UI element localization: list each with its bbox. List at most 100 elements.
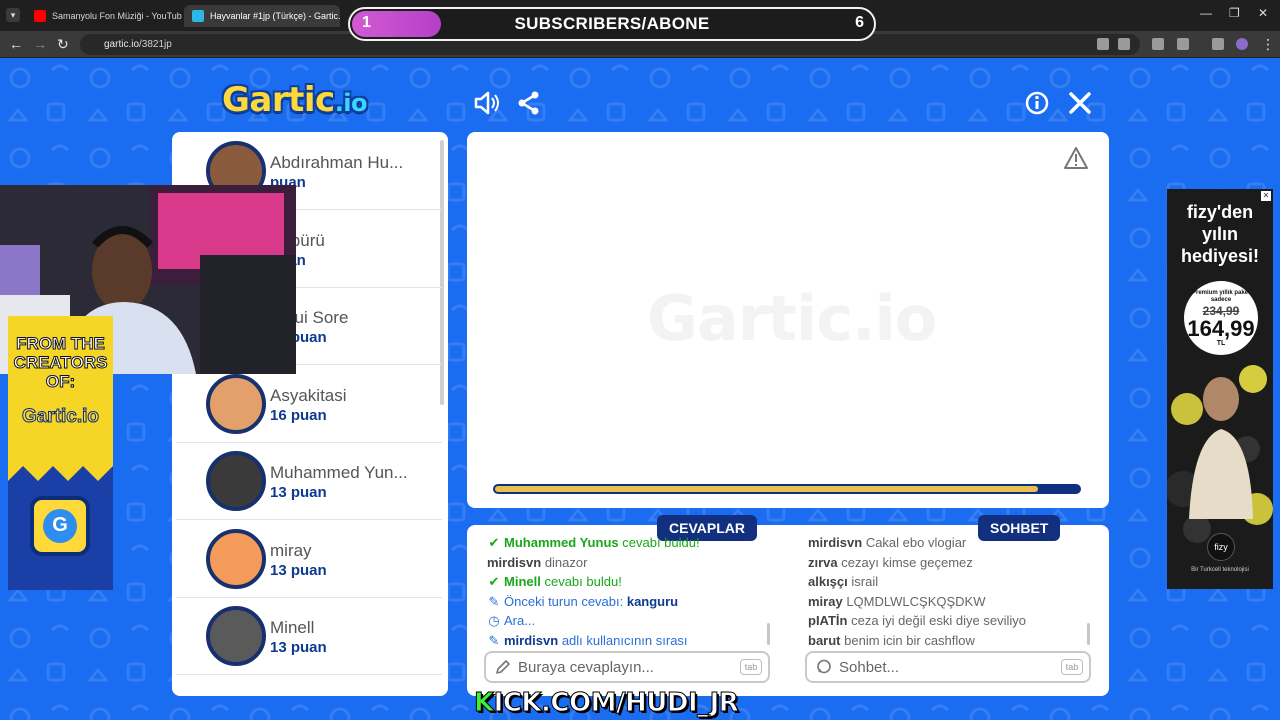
extensions-icon[interactable] [1177, 38, 1189, 50]
profile-avatar-icon[interactable] [1236, 38, 1248, 50]
ad-app-icon: G [52, 514, 68, 536]
kick-channel-text: ICK.COM/HUDI_JR [493, 688, 739, 719]
subscriber-label: SUBSCRIBERS/ABONE [514, 14, 710, 33]
chat-scrollbar[interactable] [1087, 623, 1090, 645]
message-text: cevabı buldu! [544, 574, 622, 589]
pencil-icon [496, 660, 510, 674]
media-icon[interactable] [1212, 38, 1224, 50]
player-row[interactable]: Asyakitasi 16 puan [176, 365, 442, 443]
player-name: Abdırahman Hu... [270, 153, 404, 172]
forward-icon[interactable]: → [33, 36, 47, 52]
round-timer-bar [493, 484, 1081, 494]
drawing-canvas[interactable]: Gartic.io [467, 132, 1109, 508]
ad-price-badge: Premium yıllık paket sadece 234,99 164,9… [1184, 281, 1258, 355]
message-user: barut [808, 632, 841, 648]
back-icon[interactable]: ← [9, 36, 23, 52]
ad-new-price: 164,99 [1187, 316, 1255, 341]
url-path: /3821jp [139, 39, 172, 50]
menu-dots-icon[interactable]: ⋮ [1261, 36, 1275, 52]
message-user: mirdisvn [808, 535, 863, 550]
message-user: Minell [504, 574, 541, 589]
youtube-favicon-icon [34, 10, 46, 22]
close-window-icon[interactable]: ✕ [1258, 6, 1268, 20]
player-score: 13 puan [270, 484, 327, 501]
answer-message: mirdisvn dinazor [487, 553, 767, 573]
chat-input[interactable] [839, 657, 1059, 677]
chat-message: alkışçı israil [808, 572, 1088, 592]
player-name: Asyakitasi [270, 385, 347, 405]
message-answer: kanguru [626, 593, 679, 609]
player-score: 13 puan [270, 561, 327, 579]
browser-tab-youtube[interactable]: Samanyolu Fon Müziği - YouTube ✕ [26, 5, 182, 27]
player-name: Muhammed Yun... [270, 463, 408, 482]
ad-close-icon[interactable]: ✕ [1261, 191, 1271, 201]
answer-message: ✔ Minell cevabı buldu! [487, 572, 767, 592]
player-score: 13 puan [270, 639, 327, 656]
player-row[interactable]: Minell 13 puan [176, 597, 442, 675]
message-text: cezayı kimse geçemez [841, 554, 973, 570]
gartic-game-area: Gartic.io Abdırahman Hu...puanKöpürüpuan… [0, 58, 1280, 720]
subscriber-goal-overlay: 1 SUBSCRIBERS/ABONE 6 [348, 7, 876, 41]
chat-message: mirdisvn Cakal ebo vlogiar [808, 533, 1088, 553]
fizy-logo: fizy [1207, 533, 1235, 561]
tab-title: Hayvanlar #1jp (Türkçe) - Gartic.io [210, 11, 340, 21]
player-avatar [206, 373, 266, 434]
bookmark-star-icon[interactable] [1118, 38, 1130, 50]
logo-text: Gartic [222, 80, 335, 120]
ad-price-note: Premium yıllık paket sadece [1191, 290, 1251, 303]
logo-io-text: .io [334, 89, 368, 117]
chat-input-box[interactable]: tab [805, 651, 1091, 683]
info-icon[interactable] [1024, 90, 1050, 116]
close-icon[interactable] [1067, 90, 1093, 116]
cast-icon[interactable] [1097, 38, 1109, 50]
clock-icon: ◷ [488, 613, 500, 628]
maximize-icon[interactable]: ❐ [1229, 6, 1240, 20]
chat-message: miray LQMDLWLCŞKQŞDKW [808, 592, 1088, 612]
answer-message: ✎ Önceki turun cevabı: kanguru [487, 592, 767, 612]
message-text: adlı kullanıcının sırası [561, 632, 688, 648]
gartic-logo[interactable]: Gartic.io [222, 80, 368, 120]
player-name: Minell [270, 618, 315, 637]
message-text: dinazor [544, 554, 588, 570]
share-icon[interactable] [516, 90, 542, 116]
reload-icon[interactable]: ↻ [57, 36, 69, 52]
shield-extension-icon[interactable] [1152, 38, 1164, 50]
subscriber-goal: 6 [855, 14, 864, 31]
sound-icon[interactable] [473, 90, 499, 116]
pencil-icon: ✎ [488, 632, 500, 648]
left-ad-banner[interactable]: FROM THE CREATORS OF: Gartic.io G [8, 316, 113, 590]
report-warning-icon[interactable] [1063, 146, 1089, 170]
player-avatar [206, 451, 266, 511]
tab-title: Samanyolu Fon Müziği - YouTube [52, 11, 182, 21]
check-icon: ✔ [488, 535, 500, 550]
answers-chat-panel: CEVAPLAR SOHBET ✔ Muhammed Yunus cevabı b… [467, 515, 1109, 696]
answer-input-box[interactable]: tab [484, 651, 770, 683]
message-user: mirdisvn [487, 554, 542, 570]
browser-tab-gartic[interactable]: Hayvanlar #1jp (Türkçe) - Gartic.io ✕ [184, 5, 340, 27]
round-timer-fill [495, 486, 1039, 492]
minimize-icon[interactable]: — [1200, 6, 1212, 20]
ad-creators-text: FROM THE CREATORS OF: [13, 334, 108, 392]
chat-message: pIATİn ceza iyi değil eski diye seviliyo [808, 611, 1088, 631]
player-row[interactable]: Muhammed Yun... 13 puan [176, 442, 442, 520]
chat-message: barut benim icin bir cashflow [808, 631, 1088, 650]
message-user: mirdisvn [504, 632, 559, 648]
answer-message: ✔ Muhammed Yunus cevabı buldu! [487, 533, 767, 553]
chat-message: zırva cezayı kimse geçemez [808, 553, 1088, 573]
canvas-watermark: Gartic.io [647, 282, 937, 355]
message-user: Muhammed Yunus [504, 535, 619, 550]
message-user: pIATİn [808, 613, 848, 628]
player-row[interactable]: miray 13 puan [176, 520, 442, 598]
answers-log: ✔ Muhammed Yunus cevabı buldu! mirdisvn di… [487, 533, 767, 649]
tab-key-hint: tab [1061, 659, 1083, 675]
message-text: benim icin bir cashflow [844, 632, 975, 648]
answer-input[interactable] [518, 657, 738, 677]
ad-footer: Bir Turkcell teknolojisi [1191, 567, 1249, 573]
right-ad-banner[interactable]: ✕ fizy'den yılın hediyesi! Premium yıllı… [1167, 189, 1273, 589]
url-host: gartic.io [104, 39, 140, 50]
check-icon: ✔ [488, 574, 500, 589]
tab-search-icon[interactable]: ▾ [6, 8, 20, 22]
message-user: miray [808, 593, 843, 609]
ad-logo: Gartic.io [21, 406, 100, 428]
answers-scrollbar[interactable] [767, 623, 770, 645]
